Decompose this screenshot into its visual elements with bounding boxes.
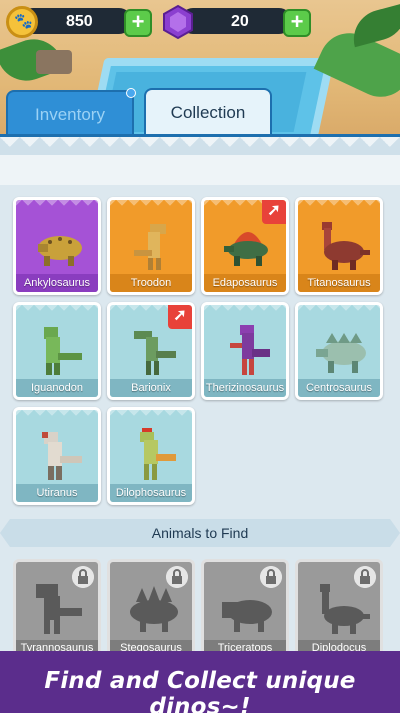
upgrade-arrow-icon: ➚ [168, 305, 192, 329]
dino-name: Utiranus [16, 484, 98, 502]
dino-name: Edaposaurus [204, 274, 286, 292]
dilophosaurus-icon [140, 428, 176, 480]
dino-card-therizinosaurus[interactable]: Therizinosaurus [201, 302, 289, 400]
upgrade-arrow-icon: ➚ [262, 200, 286, 224]
gem-counter: 20 + [0, 4, 320, 40]
promo-banner: Find and Collect unique dinos~! [0, 651, 400, 713]
lock-icon [72, 566, 94, 588]
therizinosaurus-icon [230, 325, 270, 375]
dino-card-ankylosaurus[interactable]: Ankylosaurus [13, 197, 101, 295]
dino-card-dilophosaurus[interactable]: Dilophosaurus [107, 407, 195, 505]
dino-card-centrosaurus[interactable]: Centrosaurus [295, 302, 383, 400]
lock-icon [166, 566, 188, 588]
plus-icon: + [290, 9, 304, 34]
tab-collection[interactable]: Collection [144, 88, 272, 136]
add-gems-button[interactable]: + [283, 9, 311, 37]
tab-label: Collection [170, 103, 246, 122]
utiranus-icon [42, 432, 82, 480]
locked-card-tyrannosaurus[interactable]: Tyrannosaurus [13, 559, 101, 659]
ankylosaurus-icon [38, 236, 82, 266]
dino-name: Therizinosaurus [204, 379, 286, 397]
animals-to-find-header: Animals to Find [0, 519, 400, 547]
locked-card-diplodocus[interactable]: Diplodocus [295, 559, 383, 659]
dino-name: Centrosaurus [298, 379, 380, 397]
promo-text: Find and Collect unique dinos~! [44, 668, 356, 713]
dino-name: Troodon [110, 274, 192, 292]
dino-card-barionix[interactable]: ➚ Barionix [107, 302, 195, 400]
dino-card-edaposaurus[interactable]: ➚ Edaposaurus [201, 197, 289, 295]
leaf-decoration [347, 2, 400, 48]
purple-gem-icon [163, 4, 193, 40]
gem-amount: 20 [231, 13, 249, 30]
troodon-icon [134, 224, 166, 270]
tab-label: Inventory [35, 105, 105, 124]
titanosaurus-icon [322, 222, 370, 270]
section-title: Animals to Find [151, 525, 249, 541]
rock-decoration [36, 50, 72, 74]
tab-inventory[interactable]: Inventory [6, 88, 136, 136]
dino-name: Iguanodon [16, 379, 98, 397]
notification-dot [126, 88, 136, 98]
dino-card-iguanodon[interactable]: Iguanodon [13, 302, 101, 400]
collection-panel: Ankylosaurus Troodon ➚ Edaposaurus Titan… [0, 134, 400, 713]
dino-name: Titanosaurus [298, 274, 380, 292]
dino-card-troodon[interactable]: Troodon [107, 197, 195, 295]
dino-card-titanosaurus[interactable]: Titanosaurus [295, 197, 383, 295]
locked-card-triceratops[interactable]: Triceratops [201, 559, 289, 659]
centrosaurus-icon [316, 333, 366, 373]
locked-card-stegosaurus[interactable]: Stegosaurus [107, 559, 195, 659]
lock-icon [260, 566, 282, 588]
dino-name: Dilophosaurus [110, 484, 192, 502]
lock-icon [354, 566, 376, 588]
panel-zigzag-border [0, 137, 400, 155]
dino-name: Ankylosaurus [16, 274, 98, 292]
iguanodon-icon [44, 327, 82, 375]
dino-name: Barionix [110, 379, 192, 397]
dino-card-utiranus[interactable]: Utiranus [13, 407, 101, 505]
